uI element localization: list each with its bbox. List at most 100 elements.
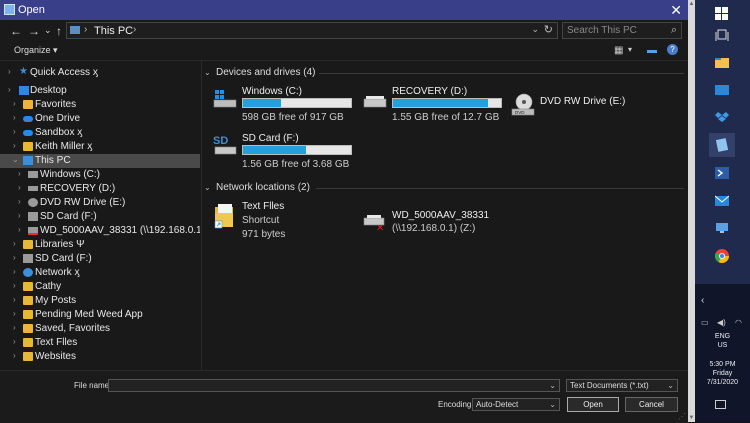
expand-chevron-icon[interactable]: › (13, 351, 21, 360)
section-chevron-icon[interactable]: ⌄ (204, 68, 211, 77)
sidebar-item-libraries[interactable]: › Libraries Ψ (0, 238, 200, 252)
taskbar-remote-desktop[interactable] (709, 216, 735, 240)
expand-chevron-icon[interactable]: › (13, 239, 21, 248)
sidebar-item-recovery-d[interactable]: › RECOVERY (D:) (0, 182, 200, 196)
show-hidden-icons-button[interactable]: ‹ (701, 295, 704, 306)
filename-dropdown[interactable]: ⌄ (549, 380, 556, 391)
clock[interactable]: 5:30 PM Friday 7/31/2020 (695, 360, 750, 387)
refresh-button[interactable]: ↻ (544, 23, 553, 36)
task-view-button[interactable] (709, 24, 735, 48)
expand-chevron-icon[interactable]: › (13, 113, 21, 122)
view-options-dropdown[interactable]: ▾ (628, 45, 632, 54)
close-button[interactable]: ✕ (670, 2, 682, 19)
sidebar-item-my-posts[interactable]: › My Posts (0, 294, 200, 308)
expand-chevron-icon[interactable]: › (13, 281, 21, 290)
sidebar-item-sd-card-f[interactable]: › SD Card (F:) (0, 210, 200, 224)
filetype-select[interactable]: Text Documents (*.txt) ⌄ (566, 379, 678, 392)
sidebar-item-windows-c[interactable]: › Windows (C:) (0, 168, 200, 182)
change-view-button[interactable]: ▦ (614, 45, 623, 56)
sidebar-item-favorites[interactable]: › Favorites (0, 98, 200, 112)
wifi-icon[interactable]: ◠ (735, 318, 742, 327)
search-icon[interactable]: ⌕ (671, 24, 677, 37)
expand-chevron-icon[interactable]: › (13, 127, 21, 136)
expand-chevron-icon[interactable]: › (8, 85, 16, 94)
sidebar-item-websites[interactable]: › Websites (0, 350, 200, 364)
breadcrumb-separator[interactable]: › (84, 24, 87, 35)
breadcrumb-this-pc[interactable]: This PC (94, 25, 133, 37)
expand-chevron-icon[interactable]: › (18, 197, 26, 206)
taskbar-notepad[interactable] (709, 133, 735, 157)
encoding-select[interactable]: Auto-Detect ⌄ (472, 398, 560, 411)
battery-icon[interactable]: ▭ (701, 318, 709, 327)
taskbar-powershell[interactable] (709, 161, 735, 185)
drive-tile-windows-c[interactable]: Windows (C:) 598 GB free of 917 GB (212, 86, 362, 126)
resize-grip-icon[interactable]: ⋰ (678, 412, 686, 421)
sidebar-item-saved-favorites[interactable]: › Saved, Favorites (0, 322, 200, 336)
sidebar-item-desktop[interactable]: › Desktop (0, 84, 200, 98)
expand-chevron-icon[interactable]: › (8, 67, 16, 76)
breadcrumb-separator[interactable]: › (133, 24, 136, 35)
sidebar-item-dvd-e[interactable]: › DVD RW Drive (E:) (0, 196, 200, 210)
start-button[interactable] (709, 2, 735, 26)
filetype-dropdown[interactable]: ⌄ (667, 380, 674, 391)
scroll-down-icon[interactable]: ▼ (688, 415, 695, 421)
network-tile-wd-drive[interactable]: ✕ WD_5000AAV_38331 (\\192.168.0.1) (Z:) (362, 208, 522, 238)
back-button[interactable]: ← (10, 24, 22, 38)
sidebar-item-this-pc[interactable]: ⌄ This PC (0, 154, 200, 168)
background-scrollbar[interactable]: ▲ ▼ (688, 0, 695, 422)
sidebar-item-pending-med-weed-app[interactable]: › Pending Med Weed App (0, 308, 200, 322)
expand-chevron-icon[interactable]: › (13, 295, 21, 304)
scroll-up-icon[interactable]: ▲ (688, 1, 695, 7)
cancel-button[interactable]: Cancel (625, 397, 678, 412)
expand-chevron-icon[interactable]: › (13, 267, 21, 276)
sidebar-item-cathy[interactable]: › Cathy (0, 280, 200, 294)
sidebar-item-sd-card[interactable]: › SD Card (F:) (0, 252, 200, 266)
expand-chevron-icon[interactable]: › (13, 253, 21, 262)
drive-tile-sd-card-f[interactable]: SD SD Card (F:) 1.56 GB free of 3.68 GB (212, 133, 362, 173)
address-dropdown[interactable]: ⌄ (531, 24, 539, 35)
expand-chevron-icon[interactable]: › (13, 337, 21, 346)
sidebar-item-network[interactable]: › Network ӽ (0, 266, 200, 280)
up-button[interactable]: ↑ (56, 24, 62, 38)
encoding-dropdown[interactable]: ⌄ (549, 399, 556, 410)
taskbar-mail-app[interactable] (709, 78, 735, 102)
sidebar-item-sandbox[interactable]: › Sandbox ӽ (0, 126, 200, 140)
address-bar[interactable]: › This PC › ⌄ ↻ (66, 22, 558, 39)
network-section-header[interactable]: ⌄ Network locations (2) (204, 182, 684, 194)
expand-chevron-icon[interactable]: › (13, 309, 21, 318)
expand-chevron-icon[interactable]: › (18, 211, 26, 220)
drive-tile-dvd-e[interactable]: DVD DVD RW Drive (E:) (510, 93, 660, 123)
open-button[interactable]: Open (567, 397, 619, 412)
help-button[interactable]: ? (667, 44, 678, 55)
expand-chevron-icon[interactable]: › (13, 99, 21, 108)
volume-icon[interactable]: ◀) (717, 318, 726, 327)
collapse-chevron-icon[interactable]: ⌄ (12, 155, 20, 164)
section-chevron-icon[interactable]: ⌄ (204, 183, 211, 192)
taskbar-dropbox[interactable] (709, 106, 735, 130)
expand-chevron-icon[interactable]: › (13, 323, 21, 332)
input-language[interactable]: ENG US (695, 332, 750, 350)
expand-chevron-icon[interactable]: › (18, 183, 26, 192)
organize-button[interactable]: Organize ▾ (14, 45, 58, 56)
filename-input[interactable]: ⌄ (108, 379, 560, 392)
action-center-icon[interactable] (715, 400, 726, 409)
taskbar-file-explorer[interactable] (709, 50, 735, 74)
recent-locations-dropdown[interactable]: ⌄ (44, 25, 52, 36)
expand-chevron-icon[interactable]: › (18, 225, 26, 234)
sidebar-item-one-drive[interactable]: › One Drive (0, 112, 200, 126)
sidebar-item-text-files[interactable]: › Text Flles (0, 336, 200, 350)
taskbar-mail[interactable] (709, 189, 735, 213)
expand-chevron-icon[interactable]: › (18, 169, 26, 178)
drive-tile-recovery-d[interactable]: RECOVERY (D:) 1.55 GB free of 12.7 GB (362, 86, 512, 126)
search-input[interactable] (567, 24, 662, 37)
sidebar-item-keith-miller[interactable]: › Keith Miller ӽ (0, 140, 200, 154)
search-box[interactable]: ⌕ (562, 22, 682, 39)
network-tile-text-files[interactable]: Text Flles Shortcut 971 bytes (212, 201, 362, 243)
sidebar-item-quick-access[interactable]: › ★ Quick Access ӽ (0, 66, 200, 80)
devices-section-header[interactable]: ⌄ Devices and drives (4) (204, 67, 684, 79)
forward-button[interactable]: → (28, 24, 40, 38)
sidebar-item-wd-network-drive[interactable]: › WD_5000AAV_38331 (\\192.168.0.1) ( (0, 224, 200, 238)
preview-pane-button[interactable]: ▬ (647, 45, 657, 56)
expand-chevron-icon[interactable]: › (13, 141, 21, 150)
taskbar-chrome[interactable] (709, 244, 735, 268)
